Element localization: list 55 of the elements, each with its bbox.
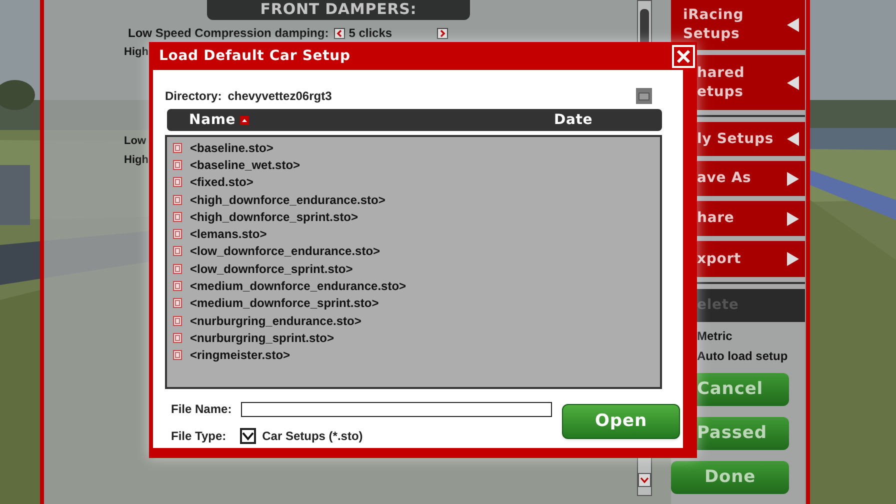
column-header[interactable]: Name	[189, 110, 236, 130]
file-item[interactable]: <fixed.sto>	[190, 173, 254, 192]
directory-label: Directory:	[165, 88, 222, 105]
file-item[interactable]: <low_downforce_sprint.sto>	[190, 260, 353, 278]
file-icon	[173, 316, 182, 326]
file-icon	[173, 142, 182, 153]
file-icon	[173, 350, 182, 360]
file-icon	[173, 212, 182, 222]
setting-label: Low	[124, 134, 146, 149]
file-item[interactable]: <baseline.sto>	[190, 138, 274, 157]
menu-item[interactable]: iRacing Setups	[671, 0, 805, 50]
file-icon	[173, 246, 182, 256]
file-item[interactable]: <nurburgring_endurance.sto>	[190, 312, 362, 330]
left-triangle-icon	[787, 132, 799, 146]
file-item[interactable]: <nurburgring_sprint.sto>	[190, 328, 334, 347]
file-item[interactable]: <low_downforce_endurance.sto>	[190, 242, 380, 260]
file-type-option: Car Setups (*.sto)	[262, 427, 363, 445]
file-item[interactable]: <high_downforce_sprint.sto>	[190, 208, 358, 226]
file-item[interactable]: <baseline_wet.sto>	[190, 156, 300, 174]
file-icon	[173, 264, 182, 274]
right-triangle-icon	[787, 212, 799, 226]
file-item[interactable]: <medium_downforce_endurance.sto>	[190, 277, 406, 296]
folder-icon[interactable]	[636, 88, 652, 104]
column-header[interactable]: Date	[554, 110, 593, 130]
file-icon	[173, 332, 182, 343]
file-name-label: File Name:	[171, 401, 233, 418]
option-label: Metric	[697, 329, 734, 344]
file-item[interactable]: <high_downforce_endurance.sto>	[190, 190, 386, 209]
file-name-field[interactable]	[241, 402, 552, 416]
file-item[interactable]: <medium_downforce_sprint.sto>	[190, 294, 379, 312]
setting-value: 5 clicks	[348, 25, 394, 42]
left-triangle-icon	[787, 18, 799, 32]
file-icon	[173, 194, 182, 205]
open-button[interactable]: Open	[562, 404, 680, 439]
file-item[interactable]: <lemans.sto>	[190, 225, 267, 244]
right-triangle-icon	[787, 172, 799, 186]
close-icon[interactable]	[672, 44, 695, 68]
left-triangle-icon	[787, 76, 799, 90]
file-icon	[173, 298, 182, 308]
option-label: Auto load setup	[697, 349, 789, 364]
file-item[interactable]: <ringmeister.sto>	[190, 346, 290, 364]
file-icon	[173, 229, 182, 240]
file-type-label: File Type:	[171, 428, 226, 445]
section-title: FRONT DAMPERS:	[207, 0, 470, 20]
setting-label: High	[124, 152, 148, 168]
sort-icon[interactable]	[240, 116, 249, 124]
right-triangle-icon	[787, 252, 799, 266]
setting-label: Low Speed Compression damping:	[128, 25, 329, 42]
dialog-title: Load Default Car Setup	[159, 46, 350, 66]
directory-name: chevyvettez06rgt3	[228, 88, 332, 105]
file-icon	[173, 177, 182, 188]
file-icon	[173, 281, 182, 292]
checkbox[interactable]	[240, 428, 256, 444]
file-icon	[173, 160, 182, 170]
setting-label: High	[124, 44, 148, 60]
